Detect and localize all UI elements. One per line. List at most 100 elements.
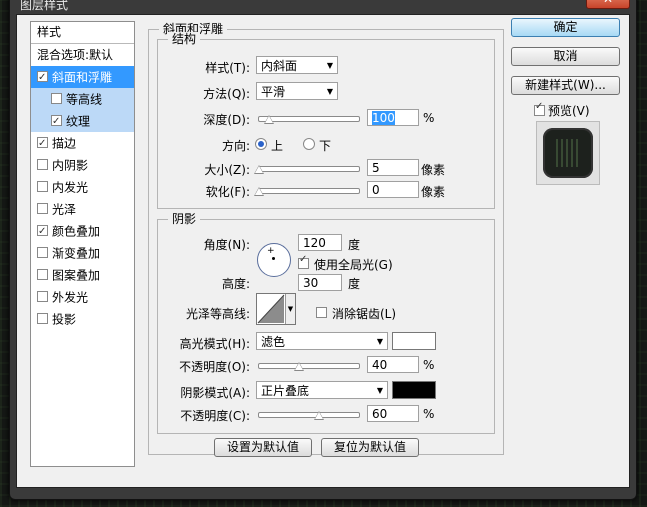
gradient-overlay-checkbox[interactable] — [37, 247, 48, 258]
contour-dropdown-icon[interactable]: ▼ — [285, 294, 295, 324]
style-item-bevel[interactable]: 斜面和浮雕 — [31, 66, 134, 89]
depth-slider[interactable] — [258, 115, 360, 124]
title-bar: 图层样式 ✕ — [10, 0, 636, 13]
soften-slider-thumb[interactable] — [254, 187, 264, 196]
technique-select[interactable]: 平滑 ▼ — [256, 82, 338, 100]
style-item-label: 投影 — [52, 312, 77, 327]
preview-swatch — [543, 128, 593, 178]
stroke-checkbox[interactable] — [37, 133, 48, 155]
bevel-style-select[interactable]: 内斜面 ▼ — [256, 56, 338, 74]
gloss-contour-picker[interactable]: ▼ — [256, 293, 296, 325]
style-item-outer-glow[interactable]: 外发光 — [31, 286, 134, 308]
ok-button[interactable]: 确定 — [511, 18, 620, 37]
contour-checkbox[interactable] — [51, 93, 62, 104]
angle-dial[interactable]: + — [257, 243, 291, 277]
shadow-color-swatch[interactable] — [392, 381, 436, 399]
global-light-checkbox[interactable] — [298, 254, 309, 269]
chevron-down-icon: ▼ — [376, 386, 383, 395]
texture-checkbox[interactable] — [51, 111, 62, 133]
preview-label[interactable]: 预览(V) — [548, 102, 590, 119]
shadow-opacity-thumb[interactable] — [314, 411, 324, 420]
make-default-button[interactable]: 设置为默认值 — [214, 438, 312, 457]
size-slider[interactable] — [254, 165, 360, 174]
style-label: 样式(T): — [205, 61, 250, 75]
preview-checkbox[interactable] — [534, 101, 545, 116]
angle-dial-crosshair-icon: + — [267, 246, 275, 256]
shading-group: 阴影 角度(N): + 120 度 使用全局光(G) 高度: 30 度 光泽等高… — [157, 212, 495, 434]
chevron-down-icon: ▼ — [326, 87, 333, 96]
highlight-color-swatch[interactable] — [392, 332, 436, 350]
shadow-opacity-input[interactable]: 60 — [367, 405, 419, 422]
size-value: 5 — [372, 161, 380, 175]
blend-options-item[interactable]: 混合选项:默认 — [31, 44, 134, 66]
close-button[interactable]: ✕ — [586, 0, 630, 9]
style-item-label: 渐变叠加 — [52, 246, 101, 261]
direction-label: 方向: — [221, 139, 250, 153]
style-item-inner-shadow[interactable]: 内阴影 — [31, 154, 134, 176]
direction-down-label[interactable]: 下 — [319, 137, 331, 154]
direction-up-radio[interactable] — [255, 138, 267, 150]
highlight-mode-select[interactable]: 滤色 ▼ — [256, 332, 388, 350]
size-label: 大小(Z): — [204, 163, 250, 177]
direction-down-radio[interactable] — [303, 138, 315, 150]
highlight-opacity-input[interactable]: 40 — [367, 356, 419, 373]
depth-input[interactable]: 100 — [367, 109, 419, 126]
highlight-mode-label: 高光模式(H): — [179, 337, 250, 351]
shadow-opacity-slider[interactable] — [258, 411, 360, 420]
highlight-opacity-thumb[interactable] — [294, 362, 304, 371]
cancel-button[interactable]: 取消 — [511, 47, 620, 66]
color-overlay-checkbox[interactable] — [37, 221, 48, 243]
style-item-pattern-overlay[interactable]: 图案叠加 — [31, 264, 134, 286]
size-unit: 像素 — [421, 163, 446, 177]
shadow-mode-label: 阴影模式(A): — [180, 386, 250, 400]
style-item-label: 内阴影 — [52, 158, 89, 173]
style-item-contour[interactable]: 等高线 — [31, 88, 134, 110]
soften-input[interactable]: 0 — [367, 181, 419, 198]
soften-slider[interactable] — [254, 187, 360, 196]
outer-glow-checkbox[interactable] — [37, 291, 48, 302]
style-item-label: 内发光 — [52, 180, 89, 195]
depth-unit: % — [423, 111, 435, 125]
satin-checkbox[interactable] — [37, 203, 48, 214]
global-light-label[interactable]: 使用全局光(G) — [314, 256, 393, 273]
style-item-drop-shadow[interactable]: 投影 — [31, 308, 134, 330]
drop-shadow-checkbox[interactable] — [37, 313, 48, 324]
style-list-header[interactable]: 样式 — [31, 22, 134, 44]
size-slider-thumb[interactable] — [254, 165, 264, 174]
angle-input[interactable]: 120 — [298, 234, 342, 251]
contour-preview-icon — [257, 294, 285, 324]
dialog-client: 样式 混合选项:默认 斜面和浮雕 等高线 纹理 描边 内阴影 内发光 光泽 颜色… — [16, 14, 630, 488]
style-item-gradient-overlay[interactable]: 渐变叠加 — [31, 242, 134, 264]
style-item-label: 纹理 — [66, 114, 91, 129]
new-style-button[interactable]: 新建样式(W)... — [511, 76, 620, 95]
style-item-label: 图案叠加 — [52, 268, 101, 283]
altitude-input[interactable]: 30 — [298, 274, 342, 291]
pattern-overlay-checkbox[interactable] — [37, 269, 48, 280]
altitude-value: 30 — [303, 276, 319, 290]
inner-shadow-checkbox[interactable] — [37, 159, 48, 170]
angle-unit: 度 — [348, 238, 361, 252]
style-item-label: 等高线 — [66, 92, 103, 107]
style-item-satin[interactable]: 光泽 — [31, 198, 134, 220]
shadow-opacity-unit: % — [423, 407, 435, 421]
style-item-color-overlay[interactable]: 颜色叠加 — [31, 220, 134, 243]
inner-glow-checkbox[interactable] — [37, 181, 48, 192]
antialias-checkbox[interactable] — [316, 307, 327, 318]
shadow-mode-select[interactable]: 正片叠底 ▼ — [256, 381, 388, 399]
bevel-checkbox[interactable] — [37, 67, 48, 89]
highlight-opacity-slider[interactable] — [258, 362, 360, 371]
highlight-opacity-label: 不透明度(O): — [179, 360, 250, 374]
style-item-label: 颜色叠加 — [52, 224, 101, 239]
technique-value: 平滑 — [261, 85, 286, 99]
gloss-contour-label: 光泽等高线: — [185, 307, 250, 321]
direction-up-label[interactable]: 上 — [271, 137, 283, 154]
shadow-opacity-label: 不透明度(C): — [180, 409, 250, 423]
style-item-inner-glow[interactable]: 内发光 — [31, 176, 134, 198]
style-item-texture[interactable]: 纹理 — [31, 110, 134, 133]
chevron-down-icon: ▼ — [376, 337, 383, 346]
style-item-stroke[interactable]: 描边 — [31, 132, 134, 155]
reset-default-button[interactable]: 复位为默认值 — [321, 438, 419, 457]
antialias-label[interactable]: 消除锯齿(L) — [332, 305, 396, 322]
size-input[interactable]: 5 — [367, 159, 419, 176]
depth-slider-thumb[interactable] — [264, 115, 274, 124]
